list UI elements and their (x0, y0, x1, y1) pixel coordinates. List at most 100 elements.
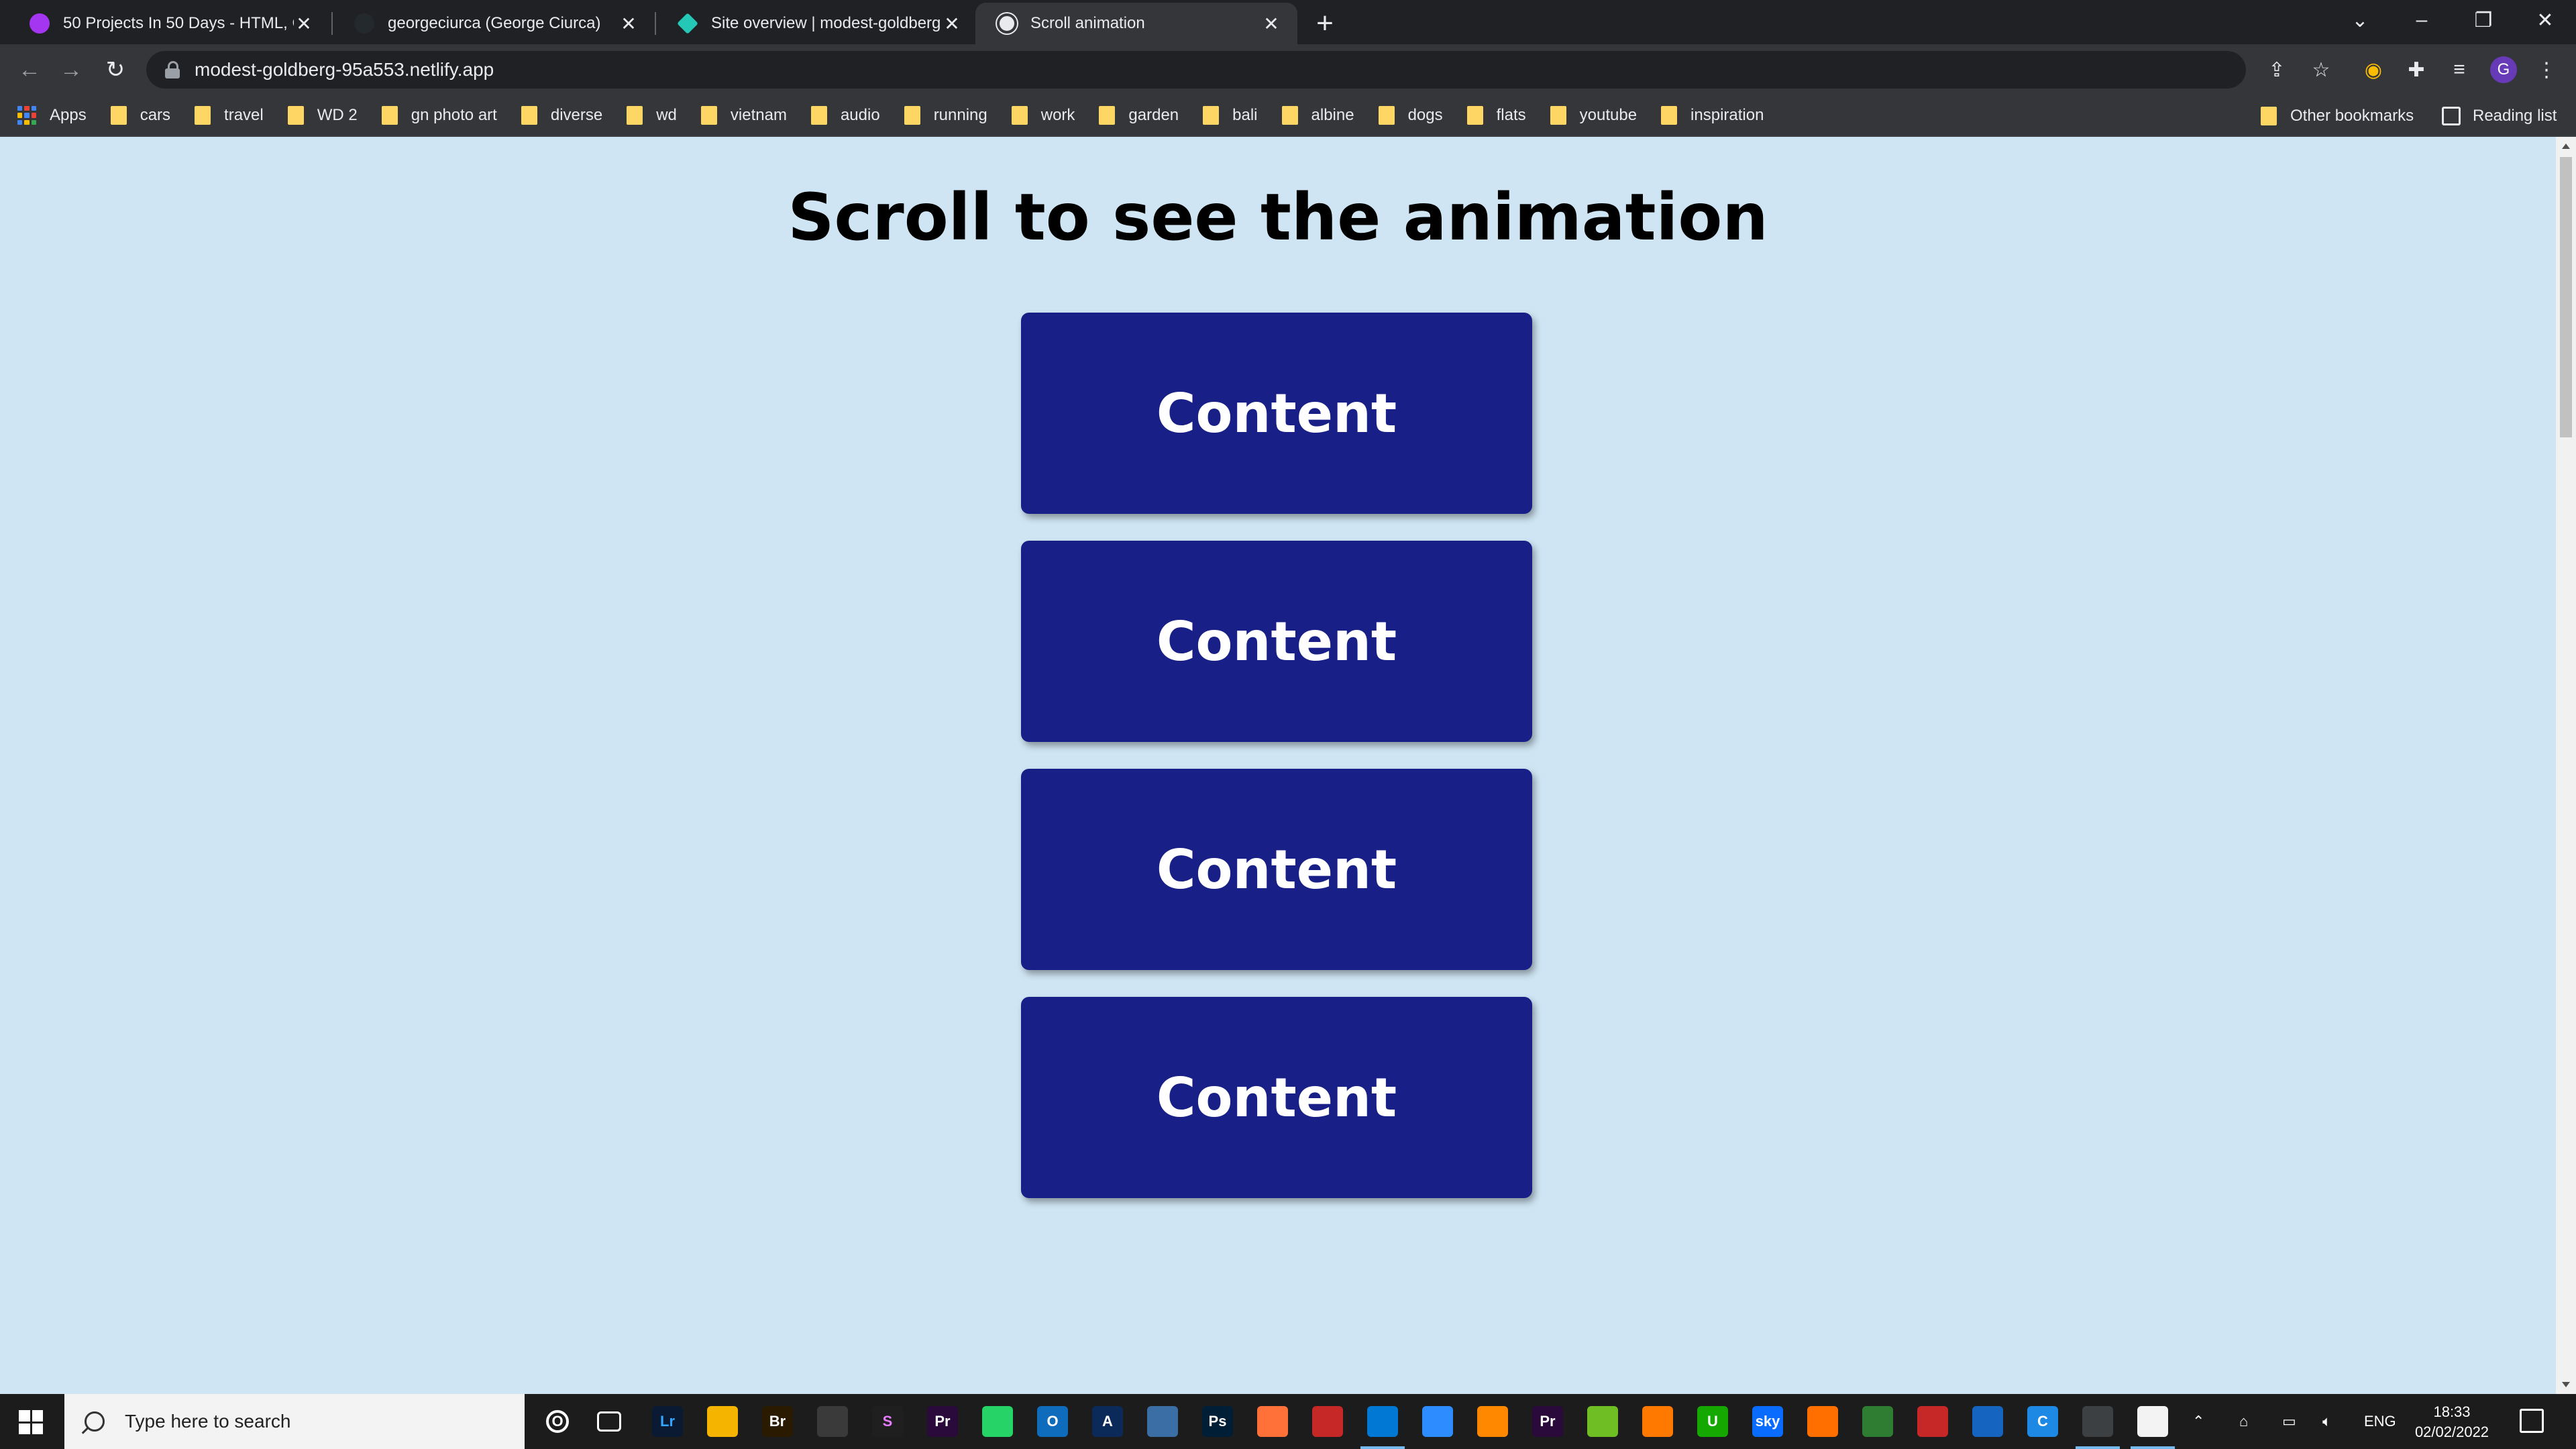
bookmark-apps[interactable]: Apps (17, 106, 87, 125)
close-window-button[interactable]: ✕ (2514, 0, 2576, 40)
minimize-button[interactable]: – (2391, 0, 2453, 40)
s-app-icon[interactable]: S (872, 1406, 903, 1437)
whatsapp-icon[interactable] (982, 1406, 1013, 1437)
page-scrollbar[interactable] (2556, 137, 2576, 1394)
app-icon-2[interactable] (1312, 1406, 1343, 1437)
premiere-icon[interactable]: Pr (927, 1406, 958, 1437)
git-icon[interactable] (1862, 1406, 1893, 1437)
bookmark-folder[interactable]: youtube (1550, 106, 1637, 125)
zoom-icon[interactable] (1422, 1406, 1453, 1437)
network-icon[interactable]: ⌂ (2239, 1394, 2248, 1449)
bookmark-folder[interactable]: gn photo art (381, 106, 497, 125)
c-app-icon[interactable]: C (2027, 1406, 2058, 1437)
bookmark-folder[interactable]: vietnam (700, 106, 787, 125)
folder-icon (381, 106, 398, 125)
a-app-icon[interactable]: A (1092, 1406, 1123, 1437)
vscode-icon[interactable] (1367, 1406, 1398, 1437)
cortana-icon[interactable]: O (546, 1410, 569, 1433)
battery-icon[interactable]: ▭ (2282, 1394, 2296, 1449)
close-icon[interactable]: ✕ (619, 13, 639, 34)
back-button[interactable]: ← (12, 52, 47, 87)
other-bookmarks[interactable]: Other bookmarks (2261, 95, 2414, 137)
scroll-down-icon[interactable] (2562, 1382, 2570, 1387)
bookmark-folder[interactable]: cars (110, 106, 170, 125)
bookmark-folder[interactable]: bali (1203, 106, 1258, 125)
utorrent-icon[interactable] (1587, 1406, 1618, 1437)
app-icon-4[interactable] (1917, 1406, 1948, 1437)
bookmark-folder[interactable]: running (904, 106, 987, 125)
bookmark-folder[interactable]: dogs (1378, 106, 1443, 125)
close-icon[interactable]: ✕ (1261, 13, 1281, 34)
reading-list[interactable]: Reading list (2442, 95, 2557, 137)
shield-icon[interactable] (1972, 1406, 2003, 1437)
language-indicator[interactable]: ENG (2364, 1394, 2396, 1449)
lightroom-icon[interactable]: Lr (652, 1406, 683, 1437)
bookmark-folder[interactable]: albine (1281, 106, 1354, 125)
vlc-icon[interactable] (1477, 1406, 1508, 1437)
taskbar-search-box[interactable]: Type here to search (64, 1394, 525, 1449)
bookmark-folder[interactable]: travel (195, 106, 264, 125)
bookmark-folder[interactable]: WD 2 (287, 106, 358, 125)
restore-button[interactable]: ❐ (2453, 0, 2514, 40)
premiere-icon-2[interactable]: Pr (1532, 1406, 1563, 1437)
new-tab-button[interactable]: + (1308, 7, 1342, 40)
bookmark-folder[interactable]: wd (627, 106, 677, 125)
app-icon[interactable] (817, 1406, 848, 1437)
bookmark-folder[interactable]: garden (1099, 106, 1179, 125)
chrome-icon[interactable] (2082, 1406, 2113, 1437)
tab-search-icon[interactable]: ⌄ (2329, 0, 2391, 40)
running-indicator (2076, 1446, 2120, 1449)
sky-icon[interactable]: sky (1752, 1406, 1783, 1437)
profile-avatar[interactable]: G (2490, 56, 2517, 83)
address-bar[interactable]: modest-goldberg-95a553.netlify.app (146, 51, 2246, 89)
windows-start-icon[interactable] (19, 1410, 43, 1434)
bridge-icon[interactable]: Br (762, 1406, 793, 1437)
share-icon[interactable]: ⇪ (2261, 54, 2293, 86)
notifications-icon[interactable] (2520, 1409, 2544, 1433)
tab-title: Scroll animation (1030, 14, 1145, 32)
forward-button[interactable]: → (54, 52, 89, 87)
photoshop-icon[interactable]: Ps (1202, 1406, 1233, 1437)
browser-toolbar: ← → ↻ modest-goldberg-95a553.netlify.app… (0, 44, 2576, 95)
avast-icon[interactable] (1642, 1406, 1673, 1437)
bookmark-folder[interactable]: audio (810, 106, 880, 125)
tab-netlify[interactable]: Site overview | modest-goldberg ✕ (656, 3, 978, 44)
folder-icon (521, 106, 537, 125)
task-view-icon[interactable] (597, 1411, 621, 1432)
bookmark-star-icon[interactable]: ☆ (2305, 54, 2337, 86)
puzzle-icon[interactable]: ✚ (2400, 54, 2432, 86)
tab-udemy[interactable]: 50 Projects In 50 Days - HTML, CSS ✕ (8, 3, 330, 44)
close-icon[interactable]: ✕ (294, 13, 314, 34)
calculator-icon[interactable] (1147, 1406, 1178, 1437)
bookmark-folder[interactable]: diverse (521, 106, 602, 125)
close-icon[interactable]: ✕ (942, 13, 962, 34)
outlook-icon[interactable]: O (1037, 1406, 1068, 1437)
scrollbar-thumb[interactable] (2560, 157, 2572, 437)
clock-date: 02/02/2022 (2414, 1424, 2489, 1440)
reload-button[interactable]: ↻ (98, 52, 133, 87)
bookmark-label: vietnam (730, 106, 787, 124)
tab-github[interactable]: georgeciurca (George Ciurca) ✕ (333, 3, 655, 44)
scroll-up-icon[interactable] (2562, 144, 2570, 149)
file-explorer-icon[interactable] (707, 1406, 738, 1437)
page-viewport: Scroll to see the animation Content Cont… (0, 137, 2556, 1394)
folder-icon (1378, 106, 1395, 125)
app-icon-3[interactable] (1807, 1406, 1838, 1437)
firefox-icon[interactable] (1257, 1406, 1288, 1437)
upwork-icon[interactable]: U (1697, 1406, 1728, 1437)
media-icon[interactable]: ≡ (2443, 54, 2475, 86)
bookmark-folder[interactable]: flats (1466, 106, 1526, 125)
paint-icon[interactable] (2137, 1406, 2168, 1437)
show-hidden-icons[interactable]: ⌃ (2192, 1394, 2204, 1449)
volume-icon[interactable]: 🔈︎ (2322, 1394, 2331, 1449)
tab-scroll-animation[interactable]: Scroll animation ✕ (975, 3, 1297, 44)
bookmark-label: WD 2 (317, 106, 358, 124)
bookmark-folder[interactable]: work (1011, 106, 1075, 125)
folder-icon (1099, 106, 1116, 125)
windows-taskbar: Type here to search O Lr Br S Pr O A Ps Pr Usky C … (0, 1394, 2576, 1449)
menu-icon[interactable]: ⋮ (2530, 54, 2563, 86)
extension-icon[interactable]: ◉ (2357, 54, 2390, 86)
clock[interactable]: 18:33 02/02/2022 (2402, 1402, 2502, 1442)
bookmark-folder[interactable]: inspiration (1661, 106, 1764, 125)
bookmarks-bar: Apps cars travel WD 2 gn photo art diver… (0, 95, 2576, 137)
